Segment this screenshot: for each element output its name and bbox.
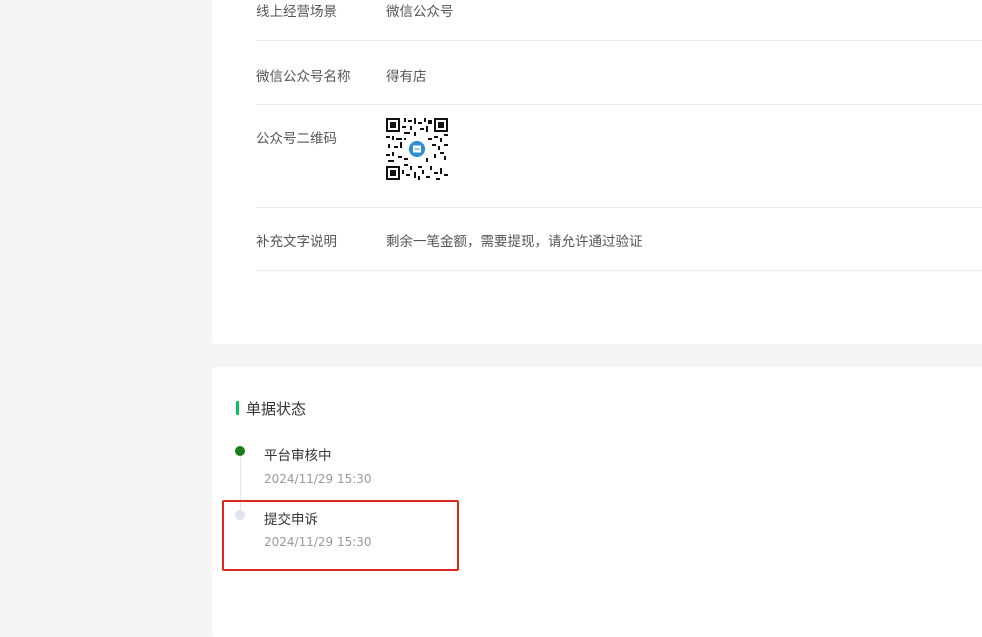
info-row-qrcode: 公众号二维码 <box>256 105 982 208</box>
status-section-title: 单据状态 <box>236 398 306 419</box>
timeline-step-title: 平台审核中 <box>264 448 332 464</box>
info-label-note: 补充文字说明 <box>256 234 337 250</box>
info-value-account-name: 得有店 <box>386 69 427 85</box>
timeline-step-time: 2024/11/29 15:30 <box>264 472 372 486</box>
info-value-note: 剩余一笔金额，需要提现，请允许通过验证 <box>386 234 643 250</box>
timeline-dot-active <box>235 446 245 456</box>
status-title-text: 单据状态 <box>246 400 307 418</box>
qr-code-image[interactable] <box>386 118 448 180</box>
info-label-qrcode: 公众号二维码 <box>256 131 337 147</box>
info-label-account-name: 微信公众号名称 <box>256 69 351 85</box>
info-label-scene: 线上经营场景 <box>256 4 337 20</box>
highlight-annotation-box <box>222 500 459 571</box>
info-row-note: 补充文字说明 剩余一笔金额，需要提现，请允许通过验证 <box>256 208 982 271</box>
title-accent-bar <box>236 401 239 415</box>
appeal-info-card: 线上经营场景 微信公众号 微信公众号名称 得有店 公众号二维码 补充文字说明 剩… <box>212 0 982 344</box>
info-row-account-name: 微信公众号名称 得有店 <box>256 41 982 105</box>
info-value-scene: 微信公众号 <box>386 4 454 20</box>
info-row-scene: 线上经营场景 微信公众号 <box>256 0 982 41</box>
